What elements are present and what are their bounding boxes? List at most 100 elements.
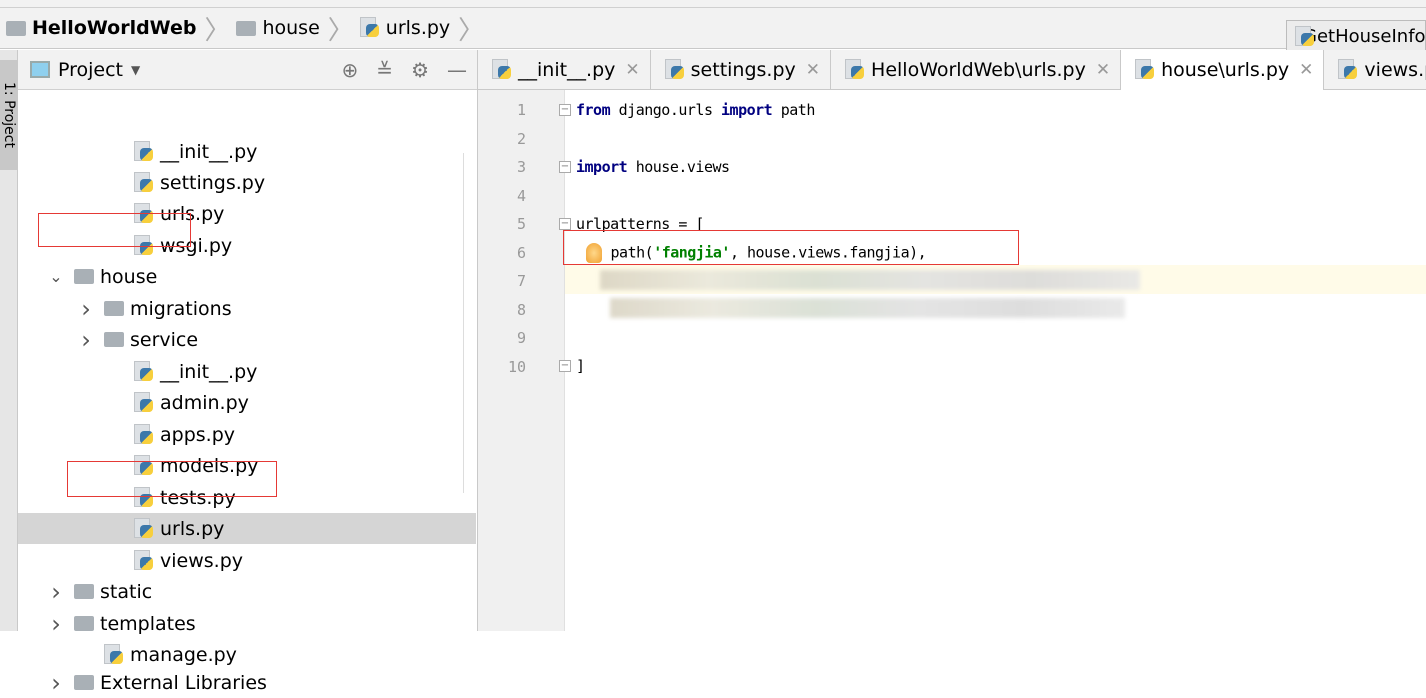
tree-item-label: settings.py <box>160 171 266 194</box>
python-file-icon <box>134 140 154 163</box>
editor-tab[interactable]: HelloWorldWeb\urls.py ✕ <box>831 50 1122 90</box>
editor-tab[interactable]: settings.py ✕ <box>651 50 832 90</box>
run-config-selector[interactable]: GetHouseInfo <box>1286 20 1426 53</box>
code-text: path <box>772 101 816 119</box>
tree-item-label: house <box>100 265 158 288</box>
line-number: 10 <box>507 357 526 376</box>
line-gutter: 1 2 3 4 5 6 7 8 9 10 <box>478 90 565 631</box>
fold-icon[interactable]: − <box>559 360 571 372</box>
locate-icon[interactable]: ⊕ <box>342 58 359 82</box>
breadcrumb: HelloWorldWeb 〉 house 〉 urls.py 〉 GetHouseI… <box>0 8 1426 53</box>
code-text: path( <box>610 243 654 262</box>
chevron-right-icon[interactable]: › <box>76 295 96 323</box>
chevron-icon: 〉 <box>327 15 354 46</box>
folder-icon <box>6 20 26 36</box>
minimize-icon[interactable]: — <box>447 58 467 82</box>
tree-item[interactable]: wsgi.py <box>18 230 476 261</box>
breadcrumb-project[interactable]: HelloWorldWeb <box>0 17 204 39</box>
tree-item[interactable]: urls.py <box>18 513 476 544</box>
gear-icon[interactable]: ⚙ <box>411 58 429 82</box>
editor-tab[interactable]: house\urls.py ✕ <box>1121 50 1325 90</box>
tree-item[interactable]: › External Libraries <box>18 667 476 698</box>
project-view-icon <box>30 61 50 78</box>
tree-item[interactable]: apps.py <box>18 419 476 450</box>
tree-item-label: views.py <box>160 549 243 572</box>
chevron-right-icon[interactable]: › <box>76 326 96 354</box>
tree-item-label: External Libraries <box>100 671 267 694</box>
tree-item[interactable]: › static <box>18 576 476 607</box>
tree-item[interactable]: models.py <box>18 450 476 481</box>
close-icon[interactable]: ✕ <box>1299 60 1313 80</box>
breadcrumb-label: HelloWorldWeb <box>32 17 197 39</box>
keyword: from <box>576 101 611 119</box>
tree-item[interactable]: urls.py <box>18 198 476 229</box>
folder-icon <box>74 269 94 284</box>
chevron-right-icon[interactable]: › <box>46 610 66 638</box>
project-view-selector[interactable]: Project <box>58 59 123 81</box>
python-file-icon <box>134 549 154 572</box>
project-tool-label: 1: Project <box>1 82 17 148</box>
python-file-icon <box>664 59 685 81</box>
code-line-6[interactable]: path('fangjia', house.views.fangjia), <box>586 243 927 263</box>
tree-item-label: __init__.py <box>160 360 258 383</box>
editor-tab[interactable]: views.py✕ <box>1324 50 1426 90</box>
tree-item[interactable]: __init__.py <box>18 136 476 167</box>
python-file-icon <box>134 171 154 194</box>
line-number: 6 <box>516 243 526 262</box>
code-line-3[interactable]: import house.views <box>576 158 730 176</box>
tree-item-label: tests.py <box>160 486 236 509</box>
tree-item[interactable]: › templates <box>18 608 476 639</box>
python-file-icon <box>359 17 380 39</box>
tree-item-label: models.py <box>160 454 259 477</box>
breadcrumb-file[interactable]: urls.py <box>354 17 458 39</box>
close-icon[interactable]: ✕ <box>806 60 820 80</box>
collapse-all-icon[interactable]: ≚ <box>376 58 393 82</box>
close-icon[interactable]: ✕ <box>1096 60 1110 80</box>
editor-tab[interactable]: __init__.py ✕ <box>478 50 651 90</box>
tree-item[interactable]: admin.py <box>18 387 476 418</box>
line-number: 7 <box>516 272 526 290</box>
code-line-10[interactable]: ] <box>576 357 585 375</box>
tree-item-label: urls.py <box>160 202 225 225</box>
tree-item-label: __init__.py <box>160 140 258 163</box>
python-file-icon <box>134 360 154 383</box>
tree-item[interactable]: settings.py <box>18 167 476 198</box>
fold-icon[interactable]: − <box>559 104 571 116</box>
tab-label: views.py <box>1364 59 1426 81</box>
tree-item[interactable]: › migrations <box>18 293 476 324</box>
chevron-right-icon[interactable]: › <box>46 578 66 606</box>
fold-icon[interactable]: − <box>559 161 571 173</box>
tree-item[interactable]: tests.py <box>18 482 476 513</box>
tree-item[interactable]: views.py <box>18 545 476 576</box>
chevron-down-icon[interactable]: ⌄ <box>46 267 66 286</box>
tree-scrollbar[interactable] <box>463 153 477 493</box>
lightbulb-icon[interactable] <box>586 243 602 263</box>
folder-icon <box>104 301 124 316</box>
code-line-1[interactable]: from django.urls import path <box>576 101 815 119</box>
project-tool-button[interactable]: 1: Project <box>0 60 18 170</box>
tree-item[interactable]: › service <box>18 324 476 355</box>
tree-item-label: service <box>130 328 199 351</box>
tree-item[interactable]: __init__.py <box>18 356 476 387</box>
line-number: 1 <box>516 101 526 119</box>
breadcrumb-house[interactable]: house <box>230 17 327 39</box>
chevron-right-icon[interactable]: › <box>46 669 66 697</box>
tree-item-label: admin.py <box>160 391 249 414</box>
code-line-5[interactable]: urlpatterns = [ <box>576 215 704 233</box>
tree-item-label: urls.py <box>160 517 225 540</box>
dropdown-icon[interactable]: ▼ <box>131 63 140 77</box>
tree-item[interactable]: ⌄ house <box>18 261 476 292</box>
tab-label: house\urls.py <box>1161 59 1290 81</box>
chevron-icon: 〉 <box>458 15 485 46</box>
redacted-code <box>600 270 1140 290</box>
project-panel: Project ▼ ⊕ ≚ ⚙ — __init__.py settings.py… <box>18 50 478 697</box>
python-file-icon <box>134 234 154 257</box>
line-number: 5 <box>516 215 526 233</box>
fold-icon[interactable]: − <box>559 218 571 230</box>
keyword: import <box>721 101 773 119</box>
close-icon[interactable]: ✕ <box>625 60 639 80</box>
tab-label: __init__.py <box>518 59 616 81</box>
tree-item[interactable]: manage.py <box>18 639 476 670</box>
tree-item-label: static <box>100 580 153 603</box>
editor-tabs: __init__.py ✕ settings.py ✕ HelloWorldWeb\ur… <box>478 50 1426 90</box>
